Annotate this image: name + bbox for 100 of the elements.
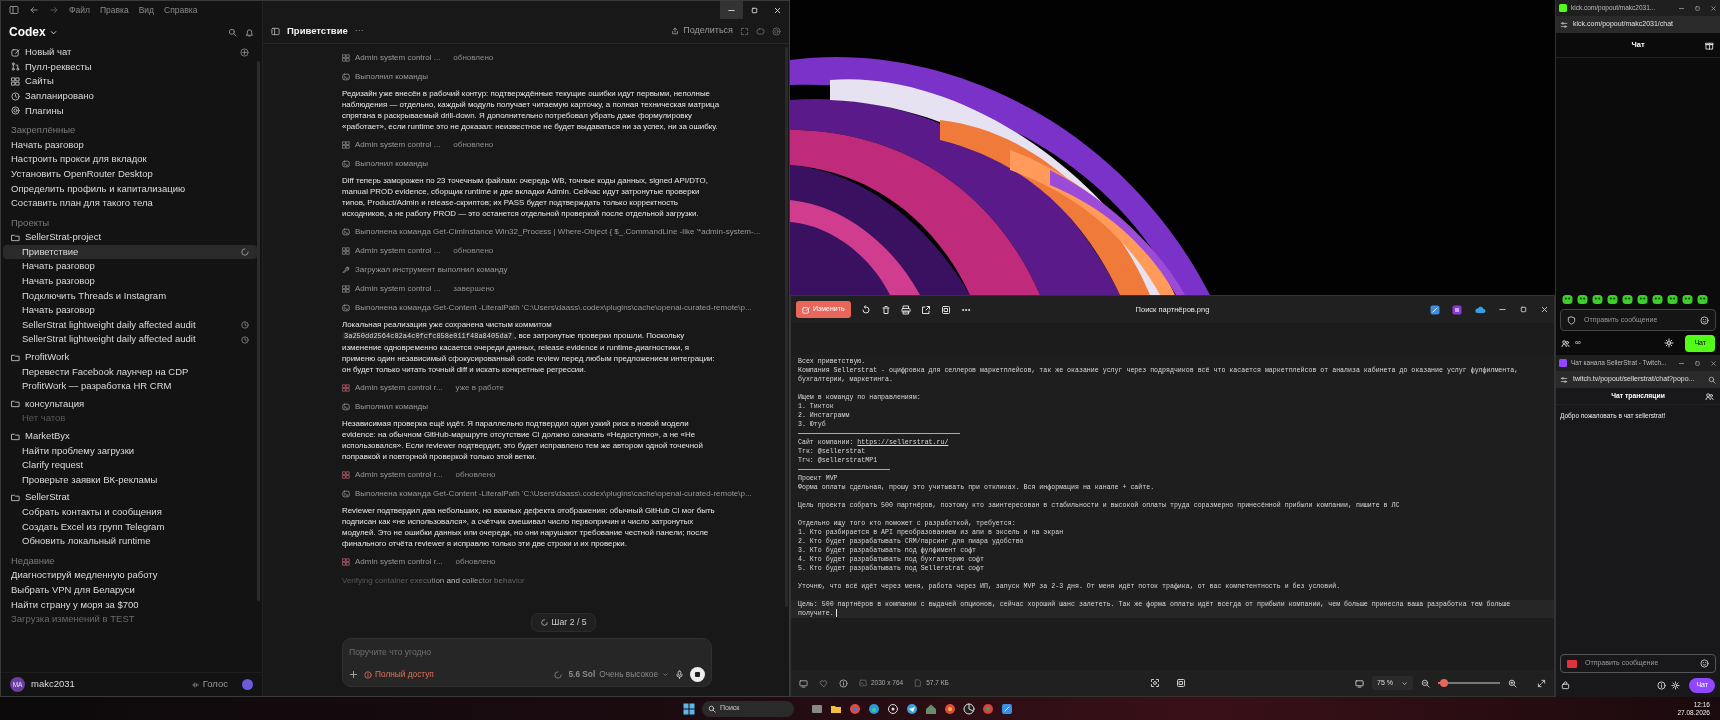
- chat-item[interactable]: Начать разговор: [3, 303, 257, 318]
- chat-item[interactable]: Обновить локальный runtime: [3, 534, 257, 549]
- browser-icon[interactable]: [944, 702, 956, 715]
- more-button[interactable]: ···: [354, 24, 364, 38]
- tool-label[interactable]: Admin system control ...: [355, 138, 441, 151]
- emote-icon[interactable]: [1607, 294, 1618, 305]
- tool-label[interactable]: Admin system control ...: [355, 244, 441, 257]
- command-summary[interactable]: Выполнил команды: [355, 70, 428, 83]
- chat-item[interactable]: Настроить прокси для вкладок: [3, 152, 257, 167]
- chat-item[interactable]: Clarify request: [3, 458, 257, 473]
- emoji-icon[interactable]: [1700, 315, 1709, 325]
- pen-icon[interactable]: [1430, 304, 1440, 315]
- access-button[interactable]: Полный доступ: [364, 668, 434, 681]
- forward-icon[interactable]: [49, 5, 59, 15]
- chat-item[interactable]: Проверьте заявки ВК-рекламы: [3, 472, 257, 488]
- app-icon[interactable]: [1452, 304, 1462, 315]
- maximize-icon[interactable]: [1694, 359, 1701, 367]
- model-selector[interactable]: 5.6 Sol Очень высокое: [568, 668, 669, 681]
- project-folder[interactable]: SellerStrat: [3, 490, 257, 505]
- sidebar-icon[interactable]: [271, 26, 280, 36]
- share-icon[interactable]: [920, 304, 931, 315]
- chat-item[interactable]: Приветствие: [3, 244, 257, 260]
- emoji-icon[interactable]: [1700, 659, 1709, 668]
- command-summary[interactable]: Выполнена команда Get-Content -LiteralPath 'C:\Users\daass\.codex\plugins\cache\openai-curated-remote\p...: [355, 487, 752, 500]
- heart-icon[interactable]: [819, 678, 828, 688]
- menu-item[interactable]: Правка: [99, 3, 129, 17]
- emote-icon[interactable]: [1697, 294, 1708, 305]
- chat-item[interactable]: Найти страну у моря за $700: [3, 597, 257, 612]
- focus-icon[interactable]: [1149, 678, 1160, 688]
- zoom-out-icon[interactable]: [1421, 678, 1430, 688]
- ring-icon[interactable]: [772, 26, 781, 36]
- emote-icon[interactable]: [1577, 294, 1588, 305]
- nav-item[interactable]: Пулл-реквесты: [3, 59, 257, 75]
- cloud-icon[interactable]: [1474, 304, 1486, 315]
- close-icon[interactable]: [1710, 359, 1717, 367]
- emote-icon[interactable]: [1667, 294, 1678, 305]
- chat-item[interactable]: Установить OpenRouter Desktop: [3, 166, 257, 182]
- gift-icon[interactable]: [1705, 41, 1714, 50]
- tune-icon[interactable]: [1560, 375, 1568, 384]
- plus-circle-icon[interactable]: [240, 47, 249, 57]
- zoom-in-icon[interactable]: [1508, 678, 1517, 688]
- fit-icon[interactable]: [1355, 678, 1365, 688]
- chat-item[interactable]: Определить профиль и капитализацию: [3, 181, 257, 196]
- browser-icon[interactable]: [982, 702, 994, 715]
- browser-icon[interactable]: [868, 702, 880, 715]
- tool-label[interactable]: Admin system control r...: [355, 468, 443, 481]
- chat-item[interactable]: Собрать контакты и сообщения: [3, 504, 257, 520]
- fullscreen-icon[interactable]: [1537, 678, 1546, 688]
- chat-item[interactable]: SellerStrat lightweight daily affected audit: [3, 332, 257, 347]
- search-icon[interactable]: [1708, 375, 1716, 384]
- nav-item[interactable]: Сайты: [3, 74, 257, 89]
- chat-item[interactable]: Начать разговор: [3, 273, 257, 289]
- chat-item[interactable]: Загрузка изменений в TEST: [3, 611, 257, 627]
- tool-summary[interactable]: Загружал инструмент выполнил команду: [355, 263, 508, 276]
- emote-icon[interactable]: [1637, 294, 1648, 305]
- chat-item[interactable]: ProfitWork — разработка HR CRM: [3, 379, 257, 394]
- back-icon[interactable]: [29, 5, 39, 15]
- chat-item[interactable]: Выбрать VPN для Беларуси: [3, 582, 257, 598]
- house-icon[interactable]: [925, 702, 937, 715]
- chat-app-icon[interactable]: [906, 702, 918, 715]
- emote-icon[interactable]: [1652, 294, 1663, 305]
- update-button[interactable]: [242, 679, 253, 690]
- rotate-icon[interactable]: [860, 304, 871, 315]
- emote-icon[interactable]: [1622, 294, 1633, 305]
- tool-label[interactable]: Admin system control ...: [355, 51, 441, 64]
- trash-icon[interactable]: [880, 304, 891, 315]
- screen-icon[interactable]: [799, 678, 808, 688]
- crop-icon[interactable]: [940, 304, 951, 315]
- scan-icon[interactable]: [1175, 678, 1186, 688]
- project-folder[interactable]: MarketByx: [3, 428, 257, 444]
- pen-icon[interactable]: [1001, 702, 1013, 715]
- voice-button[interactable]: Голос: [191, 677, 228, 692]
- nav-item[interactable]: Запланировано: [3, 88, 257, 104]
- menu-item[interactable]: Файл: [69, 3, 90, 17]
- chat-item[interactable]: Начать разговор: [3, 137, 257, 153]
- chat-item[interactable]: Диагностируй медленную работу: [3, 568, 257, 583]
- share-button[interactable]: Поделиться: [671, 24, 733, 38]
- printer-icon[interactable]: [900, 304, 911, 315]
- emote-icon[interactable]: [1592, 294, 1603, 305]
- tune-icon[interactable]: [1560, 20, 1568, 29]
- close-icon[interactable]: [1710, 4, 1717, 12]
- users-icon[interactable]: [1705, 392, 1714, 401]
- maximize-icon[interactable]: [1519, 305, 1528, 314]
- bag-icon[interactable]: [1561, 680, 1570, 690]
- command-summary[interactable]: Выполнил команды: [355, 400, 428, 413]
- chat-item[interactable]: SellerStrat lightweight daily affected audit: [3, 317, 257, 333]
- chat-item[interactable]: Найти проблему загрузки: [3, 443, 257, 459]
- browser-icon[interactable]: [849, 702, 861, 715]
- maximize-icon[interactable]: [1694, 4, 1701, 12]
- info-icon[interactable]: [839, 678, 848, 688]
- search-icon[interactable]: [228, 27, 237, 37]
- command-summary[interactable]: Выполнил команды: [355, 157, 428, 170]
- chat-item[interactable]: Подключить Threads и Instagram: [3, 288, 257, 304]
- tool-label[interactable]: Admin system control r...: [355, 381, 443, 394]
- window-icon[interactable]: [811, 702, 823, 715]
- slider-thumb[interactable]: [1440, 679, 1449, 687]
- nav-item[interactable]: Новый чат: [3, 45, 257, 60]
- chat-item[interactable]: Перевести Facebook лаунчер на CDP: [3, 364, 257, 380]
- scrollbar[interactable]: [785, 47, 788, 607]
- emote-icon[interactable]: [1682, 294, 1693, 305]
